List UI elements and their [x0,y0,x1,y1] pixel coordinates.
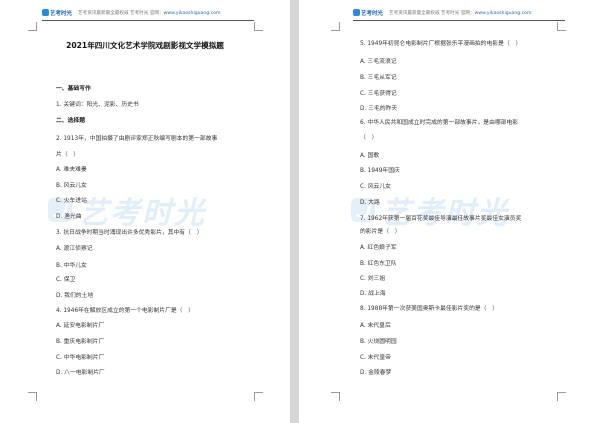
section-heading: 一、基础写作 [56,86,91,92]
question-line: B. 风云儿女 [56,183,87,189]
question-line: A. 三毛流浪记 [360,59,397,65]
question-line: D. 我们的土地 [56,293,94,299]
page-header: 艺考时光 艺考资讯最新最全最权威 艺考时光 官网：www.yikaoshigua… [42,9,254,21]
question-line: 5. 1949年初昆仑电影制片厂根据张乐平漫画拍的电影是（ ） [360,41,522,47]
question-line: B. 红色东卫队 [360,261,397,267]
crop-mark [557,392,566,401]
crop-mark [331,22,340,31]
document-page-left: 艺考时光 艺考资讯最新最全最权威 艺考时光 官网：www.yikaoshigua… [0,0,290,423]
question-line: A. 延安电影制片厂 [56,323,105,329]
question-line: B. 火烧圆明园 [360,339,397,345]
question-line: C. 三毛获得记 [360,91,397,97]
question-line: 2. 1913年，中国拍摄了由剧评家郑正秋编写剧本的第一部故事 [56,136,218,142]
question-line: 6. 中华人民共和国成立时完成的第一部故事片，是由哪部电影 [360,120,519,126]
question-line: B. 三毛从军记 [360,75,397,81]
crop-mark [331,392,340,401]
question-line: 1. 关键词：阳光、泥影、历史书 [56,102,139,108]
question-line: 8. 1988年第一次获美国奥斯卡最佳影片奖的是（ ） [360,306,499,312]
question-line: B. 重庆电影制片厂 [56,339,105,345]
logo-icon [42,9,49,16]
question-line: D. 大路 [360,200,380,206]
question-line: A. 渡江侦察记 [56,246,93,252]
crop-mark [557,22,566,31]
question-line: A. 难夫难妻 [56,167,87,173]
question-line: C. 中华电影制片厂 [56,355,105,361]
logo-icon [353,9,360,16]
question-line: C. 保卫 [56,277,76,283]
question-line: D. 三毛的昨天 [360,106,398,112]
question-line: A. 红色娘子军 [360,245,397,251]
page-header: 艺考时光 艺考资讯最新最全最权威 艺考时光 官网：www.yikaoshigua… [353,9,565,21]
question-line: C. 风云儿女 [360,184,391,190]
crop-mark [28,392,37,401]
question-line: 3. 抗日战争时期当时涌现出许多优秀影片，其中有（ ） [56,230,203,236]
header-logo: 艺考时光 [42,9,72,17]
watermark: 艺考时光 [48,188,206,232]
question-line: 的影片是（ ） [360,229,401,235]
question-line: C. 火车进站 [56,198,87,204]
question-line: D. 八一电影制片厂 [56,370,105,376]
section-heading: 二、选择题 [56,118,85,124]
document-title: 2021年四川文化艺术学院戏剧影视文学模拟题 [66,41,224,50]
question-line: B. 1949年国庆 [360,168,400,174]
question-line: B. 中华儿女 [56,263,87,269]
question-line: A. 末代皇后 [360,323,391,329]
question-line: 片（ ） [56,152,80,158]
question-line: C. 刘三姐 [360,276,386,282]
question-line: D. 战上海 [360,291,386,297]
question-line: C. 末代皇帝 [360,355,391,361]
header-text: 艺考资讯最新最全最权威 艺考时光 官网：www.yikaoshiguang.co… [78,11,221,16]
question-line: D. 金陵春梦 [360,370,392,376]
watermark: 艺考时光 [351,188,509,232]
question-line: 4. 1946年在解放区成立的第一个电影制片厂是（ ） [56,308,195,314]
question-line: （ ） [360,135,378,141]
question-line: 7. 1962年获第一届百花奖最佳导演最佳故事片奖最佳女演员奖 [360,216,522,222]
document-page-right: 艺考时光 艺考资讯最新最全最权威 艺考时光 官网：www.yikaoshigua… [299,0,595,423]
question-line: A. 国歌 [360,153,380,159]
header-text: 艺考资讯最新最全最权威 艺考时光 官网：www.yikaoshiguang.co… [389,11,532,16]
crop-mark [254,22,263,31]
question-line: D. 渔光曲 [56,214,82,220]
crop-mark [254,392,263,401]
header-logo: 艺考时光 [353,9,383,17]
crop-mark [28,22,37,31]
